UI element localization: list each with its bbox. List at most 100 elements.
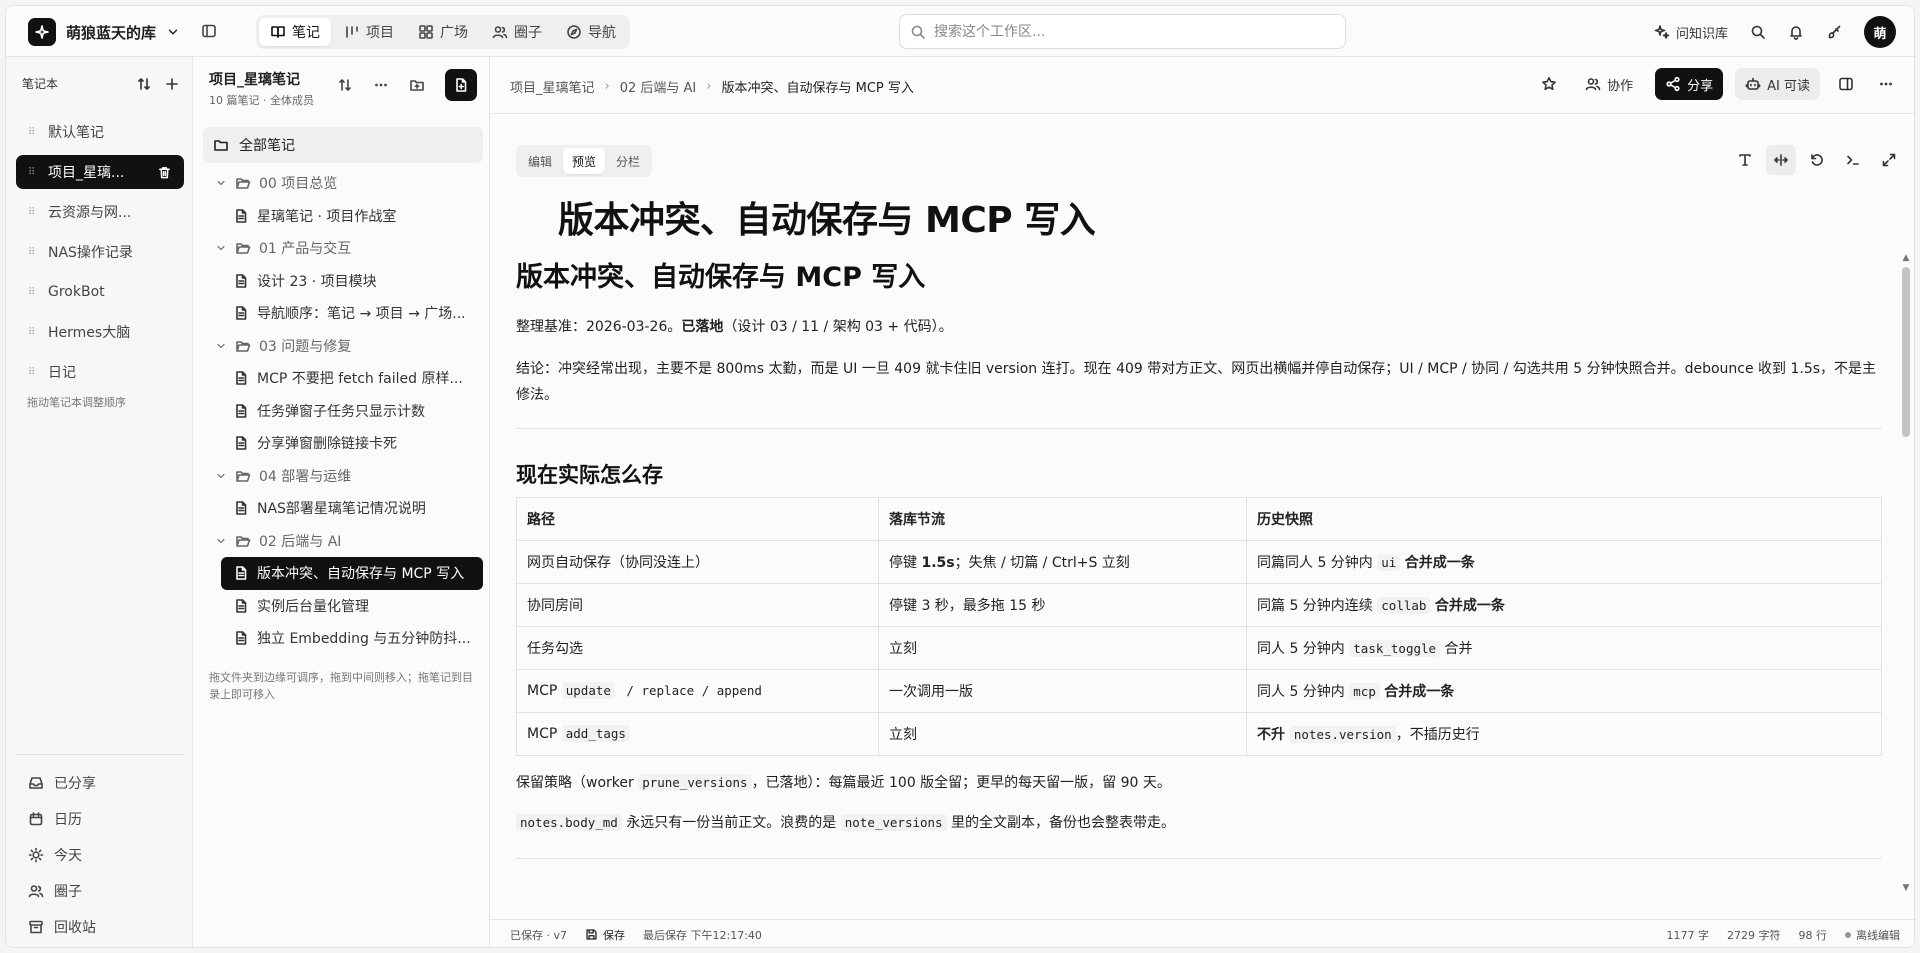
file-text-icon: [236, 501, 247, 516]
tree-file-label: 独立 Embedding 与五分钟防抖...: [257, 631, 471, 648]
content-scrollbar[interactable]: ▲ ▼: [1902, 253, 1910, 893]
plus-icon[interactable]: [164, 76, 180, 92]
drag-handle-icon[interactable]: ⠿: [28, 167, 38, 178]
sort-icon[interactable]: [136, 76, 152, 92]
notebook-label: NAS操作记录: [48, 245, 133, 261]
notebook-item[interactable]: ⠿ 日记: [16, 355, 184, 389]
mode-tab-edit[interactable]: 编辑: [519, 148, 561, 174]
search-icon: [911, 25, 925, 39]
tree-file[interactable]: 导航顺序：笔记 → 项目 → 广场...: [203, 297, 483, 330]
breadcrumb-folder[interactable]: 02 后端与 AI: [620, 77, 697, 96]
tree-file[interactable]: 星璃笔记 · 项目作战室: [203, 200, 483, 233]
type-icon: [1739, 154, 1751, 166]
calendar-link[interactable]: 日历: [16, 801, 184, 837]
nav-tab-circles[interactable]: 圈子: [481, 18, 553, 46]
workspace-switcher[interactable]: 萌狼蓝天的库: [28, 16, 180, 48]
new-note-button[interactable]: [445, 69, 477, 101]
history-button[interactable]: [1802, 145, 1832, 175]
nav-tab-projects[interactable]: 项目: [333, 18, 405, 46]
trash-link[interactable]: 回收站: [16, 909, 184, 945]
brush-icon[interactable]: [1826, 24, 1842, 40]
tree-file[interactable]: NAS部署星璃笔记情况说明: [203, 492, 483, 525]
tree-folder[interactable]: 04 部署与运维: [203, 460, 483, 493]
nav-tab-square[interactable]: 广场: [407, 18, 479, 46]
drag-handle-icon[interactable]: ⠿: [28, 127, 38, 138]
mode-tab-preview[interactable]: 预览: [563, 148, 606, 174]
trash-icon[interactable]: [157, 165, 172, 180]
tree-file-active[interactable]: 版本冲突、自动保存与 MCP 写入: [221, 557, 483, 590]
notebook-item[interactable]: ⠿ 云资源与网...: [16, 195, 184, 229]
collaborate-button[interactable]: 协作: [1575, 68, 1643, 100]
mode-tab-split[interactable]: 分栏: [607, 148, 649, 174]
offline-status: 离线编辑: [1845, 927, 1900, 943]
scroll-up-icon[interactable]: ▲: [1902, 253, 1910, 263]
more-button[interactable]: [1872, 68, 1900, 100]
text-format-button[interactable]: [1730, 145, 1760, 175]
app-window: 萌狼蓝天的库 笔记 项目 广场 圈子 导航 搜索这个工作区... 问知识库 萌 …: [5, 5, 1915, 948]
sidebar-bottom-nav: 已分享 日历 今天 圈子 回收站: [16, 754, 184, 945]
shared-link[interactable]: 已分享: [16, 765, 184, 801]
tree-folder[interactable]: 02 后端与 AI: [203, 525, 483, 558]
nav-tab-navigation[interactable]: 导航: [555, 18, 627, 46]
chevron-down-icon[interactable]: [215, 340, 227, 352]
breadcrumb-notebook[interactable]: 项目_星璃笔记: [510, 77, 595, 96]
width-toggle-button[interactable]: [1766, 145, 1796, 175]
chevron-down-icon[interactable]: [215, 470, 227, 482]
notebook-item[interactable]: ⠿ GrokBot: [16, 275, 184, 309]
user-avatar[interactable]: 萌: [1864, 16, 1896, 48]
tree-actions: [337, 69, 477, 101]
command-button[interactable]: [1838, 145, 1868, 175]
tree-file[interactable]: 分享弹窗删除链接卡死: [203, 427, 483, 460]
save-button[interactable]: 保存: [585, 927, 625, 943]
tree-file[interactable]: 设计 23 · 项目模块: [203, 265, 483, 298]
tree-folder[interactable]: 00 项目总览: [203, 167, 483, 200]
tree-file[interactable]: 独立 Embedding 与五分钟防抖...: [203, 622, 483, 655]
scroll-down-icon[interactable]: ▼: [1902, 883, 1910, 893]
ai-readable-button[interactable]: AI 可读: [1735, 68, 1820, 100]
notebook-item-active[interactable]: ⠿ 项目_星璃...: [16, 155, 184, 189]
toggle-panel-button[interactable]: [1832, 68, 1860, 100]
circles-link[interactable]: 圈子: [16, 873, 184, 909]
ask-knowledge-base-button[interactable]: 问知识库: [1654, 23, 1728, 42]
notebook-item[interactable]: ⠿ NAS操作记录: [16, 235, 184, 269]
notebook-item[interactable]: ⠿ Hermes大脑: [16, 315, 184, 349]
bell-icon[interactable]: [1788, 24, 1804, 40]
inline-code: note_versions: [840, 814, 947, 831]
chevron-down-icon[interactable]: [215, 177, 227, 189]
nav-tab-notes[interactable]: 笔记: [259, 18, 331, 46]
workspace-search[interactable]: [899, 14, 1346, 49]
search-icon[interactable]: [1750, 24, 1766, 40]
fullscreen-button[interactable]: [1874, 145, 1904, 175]
tree-folder[interactable]: 03 问题与修复: [203, 330, 483, 363]
notebook-list: ⠿ 默认笔记 ⠿ 项目_星璃... ⠿ 云资源与网... ⠿ NAS操作记录 ⠿ Grok…: [16, 115, 184, 395]
note-title[interactable]: 版本冲突、自动保存与 MCP 写入: [558, 191, 1096, 243]
tree-file[interactable]: 实例后台量化管理: [203, 590, 483, 623]
sort-icon[interactable]: [337, 77, 353, 93]
tree-folder[interactable]: 01 产品与交互: [203, 232, 483, 265]
notebook-item[interactable]: ⠿ 默认笔记: [16, 115, 184, 149]
drag-handle-icon[interactable]: ⠿: [28, 247, 38, 258]
more-horizontal-icon[interactable]: [373, 77, 389, 93]
sidebar-panel-icon: [202, 24, 216, 38]
drag-handle-icon[interactable]: ⠿: [28, 327, 38, 338]
tree-folder-label: 03 问题与修复: [259, 338, 352, 355]
cell-text: 停键: [889, 555, 922, 571]
tree-file[interactable]: MCP 不要把 fetch failed 原样...: [203, 362, 483, 395]
tree-file[interactable]: 任务弹窗子任务只显示计数: [203, 395, 483, 428]
scroll-thumb[interactable]: [1902, 267, 1910, 437]
all-notes-item[interactable]: 全部笔记: [203, 127, 483, 163]
folder-plus-icon[interactable]: [409, 77, 425, 93]
cell-text: MCP: [527, 726, 562, 742]
today-link[interactable]: 今天: [16, 837, 184, 873]
search-input[interactable]: [934, 23, 1314, 40]
drag-handle-icon[interactable]: ⠿: [28, 287, 38, 298]
drag-handle-icon[interactable]: ⠿: [28, 207, 38, 218]
table-cell: 网页自动保存（协同没连上）: [516, 540, 879, 584]
sidebar-toggle-button[interactable]: [201, 23, 217, 39]
drag-handle-icon[interactable]: ⠿: [28, 367, 38, 378]
note-main: 项目_星璃笔记 › 02 后端与 AI › 版本冲突、自动保存与 MCP 写入 …: [490, 57, 1914, 947]
share-button[interactable]: 分享: [1655, 68, 1724, 100]
favorite-button[interactable]: [1535, 68, 1563, 100]
chevron-down-icon[interactable]: [215, 535, 227, 547]
chevron-down-icon[interactable]: [215, 242, 227, 254]
